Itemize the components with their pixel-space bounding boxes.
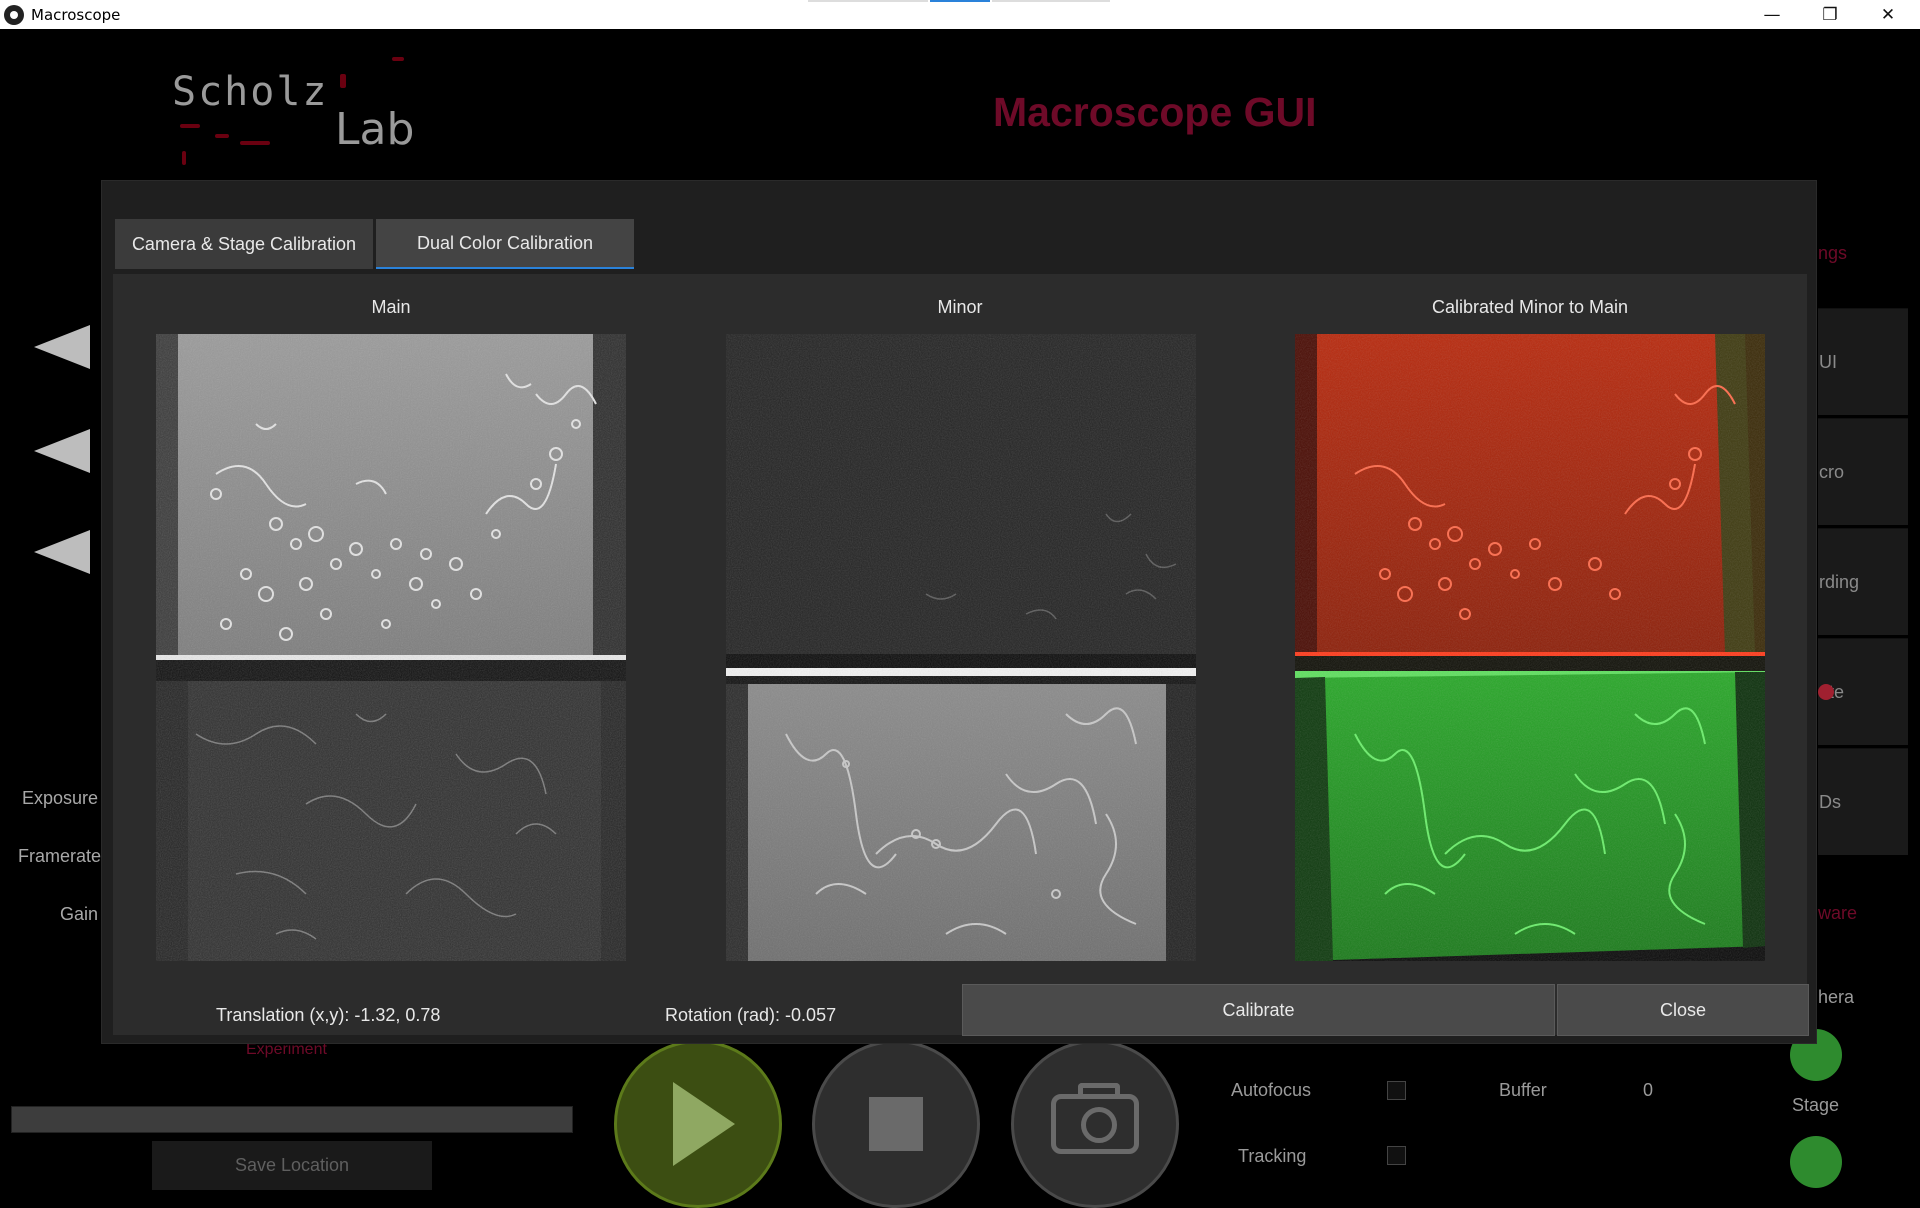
main-image-title: Main (371, 297, 411, 317)
stage-status-label: Stage (1792, 1095, 1840, 1115)
arrow-left-icon[interactable] (34, 325, 90, 369)
stop-button[interactable] (812, 1040, 980, 1208)
logo-decoration (340, 74, 346, 88)
tracking-label: Tracking (1238, 1146, 1307, 1166)
dual-color-pane: Main Minor Calibrated Minor to Main Tran… (113, 274, 1809, 1036)
stage-status-indicator (1790, 1136, 1842, 1188)
minor-image-title: Minor (937, 297, 983, 317)
exposure-label: Exposure (21, 788, 98, 808)
arrow-left-icon[interactable] (34, 429, 90, 473)
logo-decoration (215, 134, 229, 138)
title-divider (992, 0, 1110, 2)
side-tab-macro[interactable]: cro (1818, 418, 1908, 525)
side-tab-label: cro (1819, 461, 1845, 482)
calibrated-overlay-image (1295, 334, 1765, 961)
side-tab-label: UI (1819, 351, 1837, 372)
translation-readout: Translation (x,y): -1.32, 0.78 (216, 1005, 441, 1025)
snapshot-button[interactable] (1011, 1040, 1179, 1208)
window-title: Macroscope (31, 5, 121, 24)
window-titlebar: Macroscope — ❐ ✕ (0, 0, 1920, 29)
camera-status-label: hera (1818, 987, 1855, 1007)
logo-text-lab: Lab (335, 104, 415, 155)
hardware-label: ware (1818, 903, 1858, 923)
side-tab-leds[interactable]: Ds (1818, 748, 1908, 855)
minimize-button[interactable]: — (1743, 0, 1801, 29)
main-camera-image (156, 334, 626, 961)
logo-decoration (182, 151, 186, 165)
buffer-label: Buffer (1499, 1080, 1547, 1100)
main-image-svg (156, 334, 626, 961)
logo-decoration (392, 57, 404, 61)
arrow-left-icon[interactable] (34, 530, 90, 574)
side-tab-gui[interactable]: UI (1818, 308, 1908, 415)
logo-decoration (180, 124, 200, 128)
overlay-image-svg (1295, 334, 1765, 961)
tab-camera-stage-calibration[interactable]: Camera & Stage Calibration (115, 219, 373, 269)
logo-text-scholz: Scholz (172, 69, 329, 115)
play-button[interactable] (614, 1040, 782, 1208)
camera-icon (1051, 1083, 1139, 1154)
save-location-button[interactable]: Save Location (152, 1141, 432, 1190)
rotation-readout: Rotation (rad): -0.057 (665, 1005, 837, 1025)
close-window-button[interactable]: ✕ (1859, 0, 1917, 29)
buffer-value: 0 (1643, 1080, 1654, 1100)
recording-indicator-icon (1818, 684, 1834, 700)
autofocus-checkbox[interactable] (1387, 1081, 1406, 1100)
minor-image-svg (726, 334, 1196, 961)
autofocus-label: Autofocus (1231, 1080, 1312, 1100)
tracking-checkbox[interactable] (1387, 1146, 1406, 1165)
side-tab-recording[interactable]: rding (1818, 528, 1908, 635)
app-title: Macroscope GUI (993, 89, 1317, 135)
calibrated-image-title: Calibrated Minor to Main (1431, 297, 1629, 317)
title-divider-accent (930, 0, 990, 2)
app-icon (4, 4, 24, 25)
stop-icon (869, 1097, 923, 1151)
logo-decoration (240, 141, 270, 145)
play-icon (673, 1082, 735, 1166)
gain-label: Gain (59, 904, 98, 924)
minor-camera-image (726, 334, 1196, 961)
calibration-dialog: Camera & Stage Calibration Dual Color Ca… (101, 180, 1817, 1044)
side-tab-label: Ds (1819, 791, 1841, 812)
close-dialog-button[interactable]: Close (1557, 984, 1809, 1036)
title-divider (808, 0, 928, 2)
maximize-button[interactable]: ❐ (1801, 0, 1859, 29)
tab-dual-color-calibration[interactable]: Dual Color Calibration (376, 219, 634, 269)
progress-bar (11, 1106, 573, 1133)
side-tab-label: rding (1819, 571, 1860, 592)
framerate-label: Framerate (18, 846, 102, 866)
settings-tab-label: ngs (1818, 243, 1848, 263)
calibrate-button[interactable]: Calibrate (962, 984, 1555, 1036)
